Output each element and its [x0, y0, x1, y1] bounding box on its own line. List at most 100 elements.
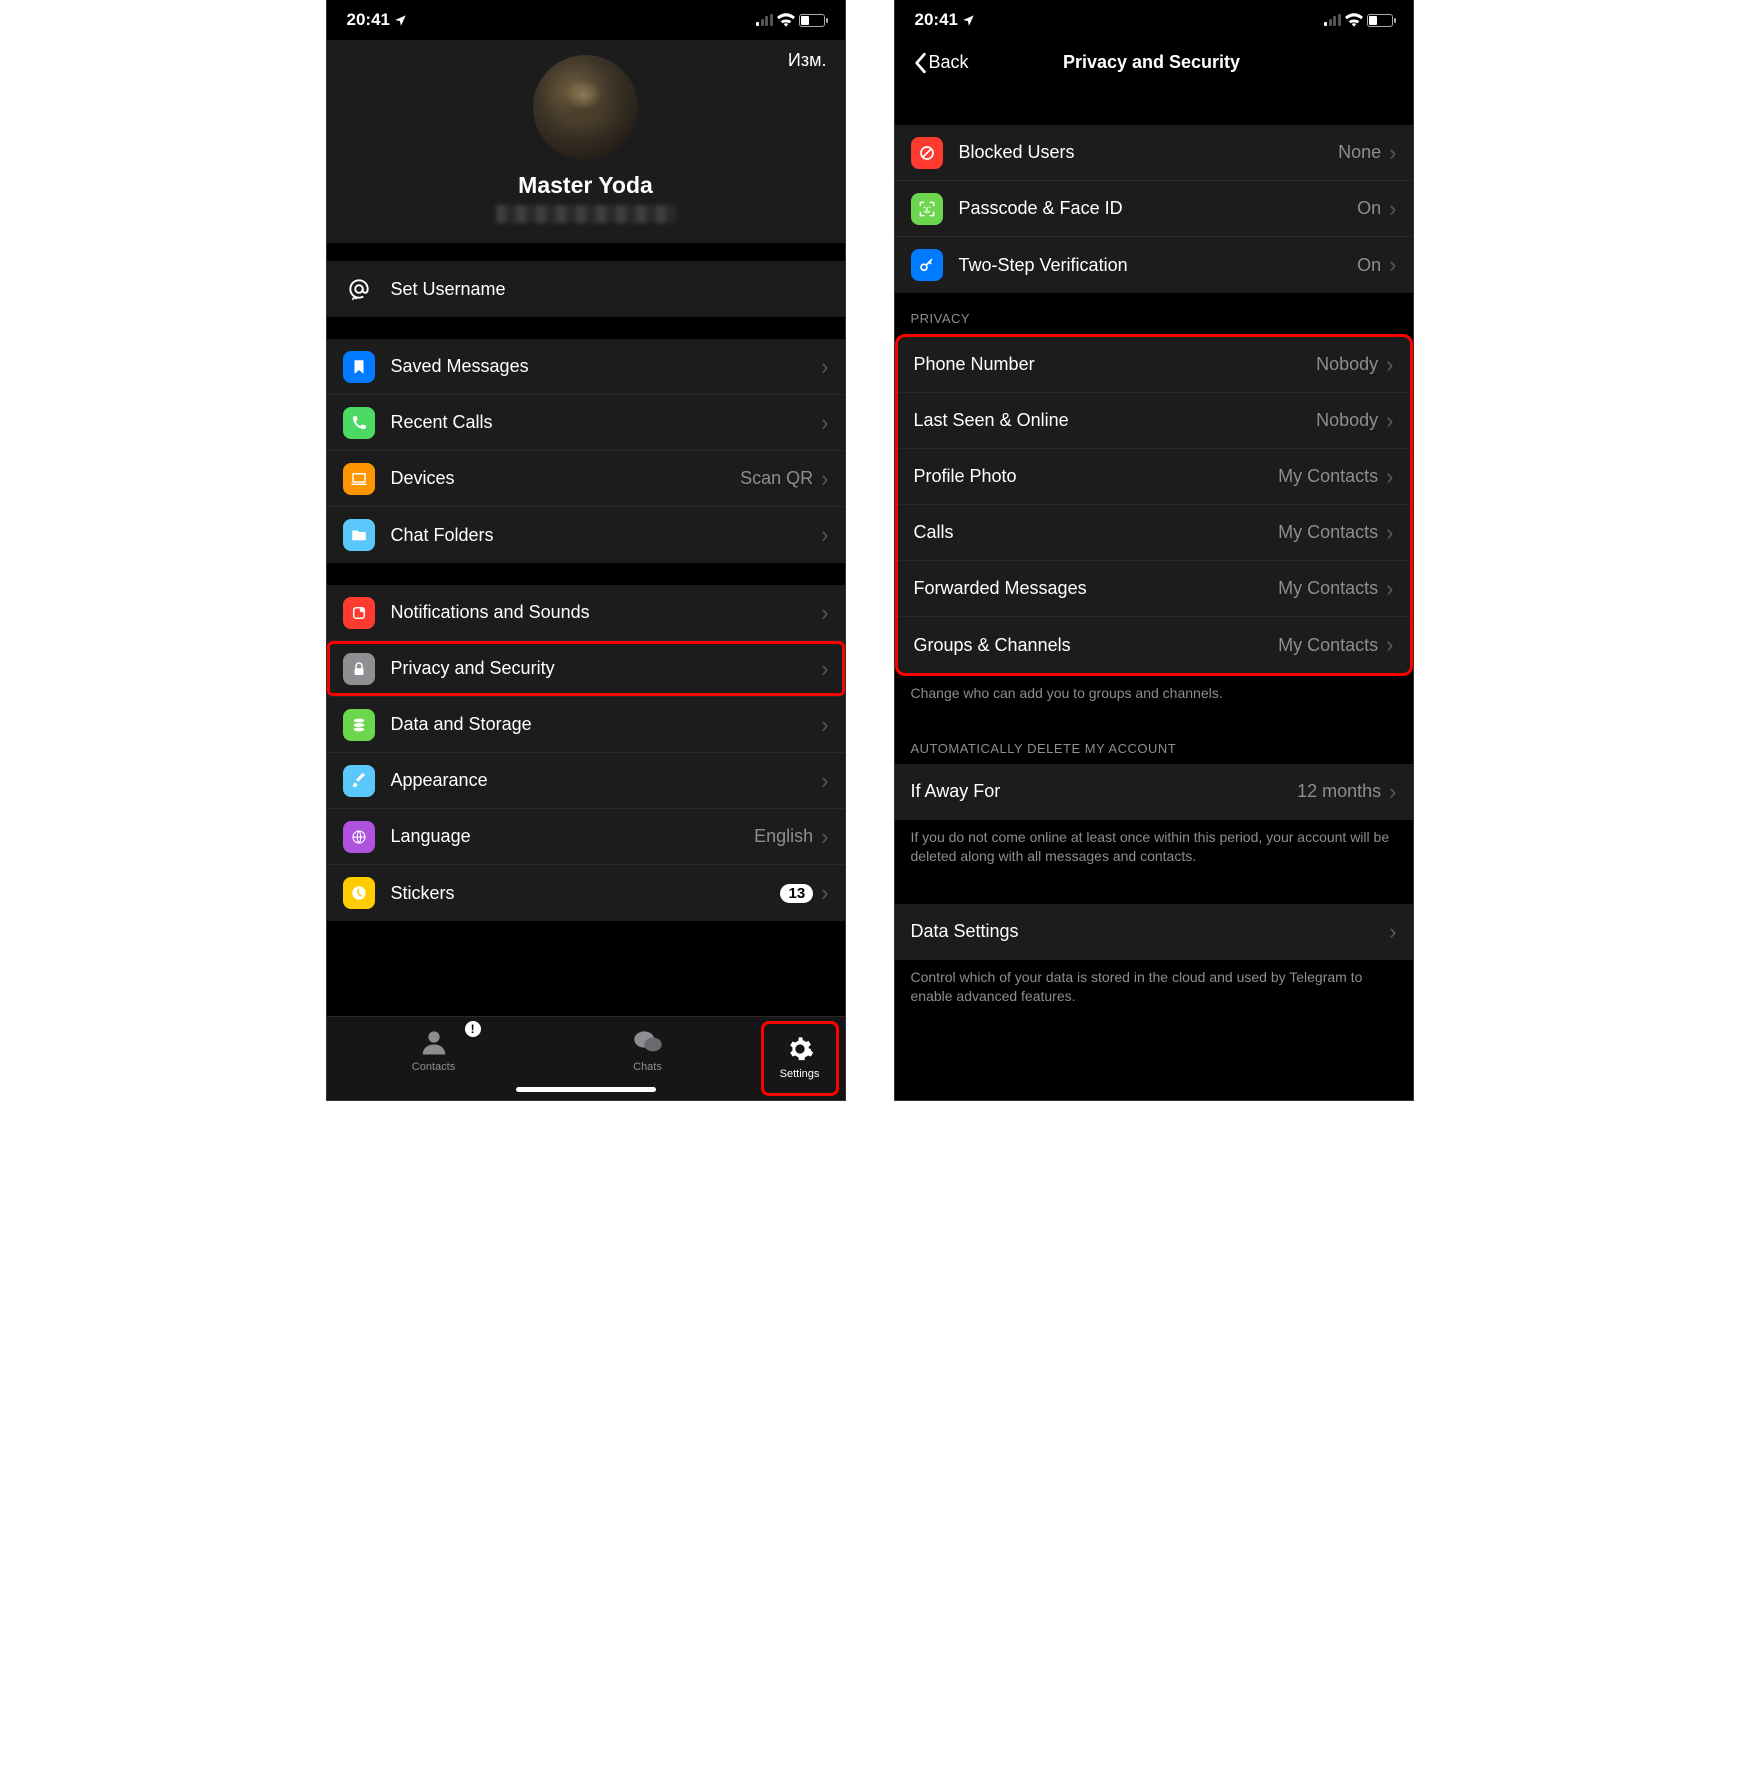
set-username-row[interactable]: Set Username	[327, 261, 845, 317]
chevron-right-icon: ›	[821, 712, 828, 738]
privacy-and-security-label: Privacy and Security	[391, 658, 822, 679]
database-icon	[343, 709, 375, 741]
phone-icon	[343, 407, 375, 439]
brush-icon	[343, 765, 375, 797]
chevron-right-icon: ›	[1386, 632, 1393, 658]
notifications-and-sounds-row[interactable]: Notifications and Sounds›	[327, 585, 845, 641]
bookmark-icon	[343, 351, 375, 383]
if-away-label: If Away For	[911, 781, 1298, 802]
status-time: 20:41	[915, 10, 958, 30]
appearance-row[interactable]: Appearance›	[327, 753, 845, 809]
avatar[interactable]	[533, 55, 638, 160]
chevron-right-icon: ›	[1389, 252, 1396, 278]
data-and-storage-row[interactable]: Data and Storage›	[327, 697, 845, 753]
notifications-and-sounds-label: Notifications and Sounds	[391, 602, 822, 623]
chevron-right-icon: ›	[1386, 464, 1393, 490]
devices-row[interactable]: DevicesScan QR›	[327, 451, 845, 507]
two-step-verification-row[interactable]: Two-Step VerificationOn ›	[895, 237, 1413, 293]
calls-value: My Contacts	[1278, 522, 1378, 543]
contacts-icon	[419, 1027, 449, 1057]
tab-settings-label: Settings	[780, 1068, 820, 1080]
data-and-storage-label: Data and Storage	[391, 714, 822, 735]
battery-icon	[1367, 14, 1393, 27]
stickers-row[interactable]: Stickers13 ›	[327, 865, 845, 921]
nav-title: Privacy and Security	[969, 52, 1335, 73]
passcode-face-id-label: Passcode & Face ID	[959, 198, 1358, 219]
two-step-verification-value: On	[1357, 255, 1381, 276]
back-button[interactable]: Back	[913, 52, 969, 74]
groups-channels-label: Groups & Channels	[914, 635, 1279, 656]
chat-folders-row[interactable]: Chat Folders›	[327, 507, 845, 563]
language-row[interactable]: LanguageEnglish›	[327, 809, 845, 865]
saved-messages-label: Saved Messages	[391, 356, 822, 377]
wifi-icon	[1345, 13, 1363, 27]
chats-icon	[632, 1027, 664, 1057]
chevron-right-icon: ›	[821, 880, 828, 906]
privacy-section-header: PRIVACY	[895, 293, 1413, 334]
recent-calls-row[interactable]: Recent Calls›	[327, 395, 845, 451]
tab-contacts-label: Contacts	[412, 1061, 455, 1073]
data-settings-label: Data Settings	[911, 921, 1390, 942]
profile-photo-label: Profile Photo	[914, 466, 1279, 487]
wifi-icon	[777, 13, 795, 27]
alert-badge-icon: !	[465, 1021, 481, 1037]
language-value: English	[754, 826, 813, 847]
last-seen-online-row[interactable]: Last Seen & OnlineNobody›	[898, 393, 1410, 449]
devices-label: Devices	[391, 468, 741, 489]
phone-number-row[interactable]: Phone NumberNobody ›	[898, 337, 1410, 393]
battery-icon	[799, 14, 825, 27]
last-seen-online-value: Nobody	[1316, 410, 1378, 431]
privacy-screen: 20:41 Back Privacy and Security Blocked …	[895, 0, 1413, 1100]
edit-button[interactable]: Изм.	[788, 50, 827, 71]
settings-content[interactable]: Изм. Master Yoda Set Username Saved Mess…	[327, 40, 845, 1016]
nav-bar: Back Privacy and Security	[895, 40, 1413, 85]
calls-label: Calls	[914, 522, 1279, 543]
chevron-right-icon: ›	[821, 600, 828, 626]
home-indicator[interactable]	[516, 1087, 656, 1092]
chevron-right-icon: ›	[1389, 196, 1396, 222]
pie-icon	[343, 877, 375, 909]
chevron-right-icon: ›	[1389, 140, 1396, 166]
tab-settings[interactable]: Settings	[761, 1021, 839, 1096]
location-arrow-icon	[394, 13, 408, 27]
bell-icon	[343, 597, 375, 629]
groups-channels-value: My Contacts	[1278, 635, 1378, 656]
faceid-icon	[911, 193, 943, 225]
stickers-badge: 13	[780, 884, 813, 903]
passcode-face-id-row[interactable]: Passcode & Face IDOn›	[895, 181, 1413, 237]
groups-channels-row[interactable]: Groups & ChannelsMy Contacts ›	[898, 617, 1410, 673]
two-step-verification-label: Two-Step Verification	[959, 255, 1358, 276]
saved-messages-row[interactable]: Saved Messages›	[327, 339, 845, 395]
last-seen-online-label: Last Seen & Online	[914, 410, 1317, 431]
blocked-users-row[interactable]: Blocked UsersNone›	[895, 125, 1413, 181]
appearance-label: Appearance	[391, 770, 822, 791]
chevron-right-icon: ›	[1386, 520, 1393, 546]
phone-number-value: Nobody	[1316, 354, 1378, 375]
data-settings-row[interactable]: Data Settings ›	[895, 904, 1413, 960]
forwarded-messages-row[interactable]: Forwarded MessagesMy Contacts›	[898, 561, 1410, 617]
recent-calls-label: Recent Calls	[391, 412, 822, 433]
settings-screen: 20:41 Изм. Master Yoda Set Username	[327, 0, 845, 1100]
chevron-right-icon: ›	[1386, 352, 1393, 378]
chevron-right-icon: ›	[821, 354, 828, 380]
profile-header: Изм. Master Yoda	[327, 40, 845, 243]
set-username-label: Set Username	[391, 279, 829, 300]
privacy-and-security-row[interactable]: Privacy and Security›	[327, 641, 845, 697]
phone-number-label: Phone Number	[914, 354, 1317, 375]
status-bar: 20:41	[895, 0, 1413, 40]
profile-name: Master Yoda	[518, 172, 653, 199]
profile-photo-value: My Contacts	[1278, 466, 1378, 487]
tab-contacts[interactable]: ! Contacts	[327, 1017, 541, 1100]
stickers-label: Stickers	[391, 883, 781, 904]
key-icon	[911, 249, 943, 281]
chevron-right-icon: ›	[1386, 576, 1393, 602]
chevron-right-icon: ›	[821, 768, 828, 794]
privacy-content[interactable]: Blocked UsersNone›Passcode & Face IDOn›T…	[895, 85, 1413, 1100]
calls-row[interactable]: CallsMy Contacts ›	[898, 505, 1410, 561]
tab-chats-label: Chats	[633, 1061, 662, 1073]
if-away-for-row[interactable]: If Away For 12 months ›	[895, 764, 1413, 820]
chevron-right-icon: ›	[821, 466, 828, 492]
profile-photo-row[interactable]: Profile PhotoMy Contacts ›	[898, 449, 1410, 505]
status-time: 20:41	[347, 10, 390, 30]
chevron-left-icon	[913, 52, 927, 74]
